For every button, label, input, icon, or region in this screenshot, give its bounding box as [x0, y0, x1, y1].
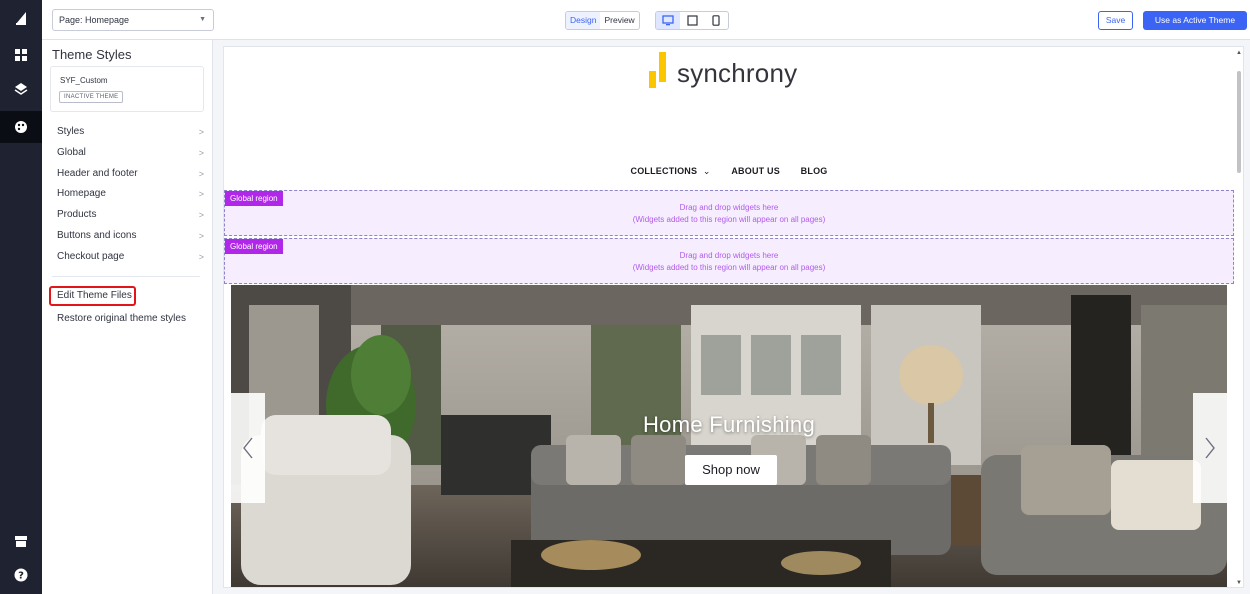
brand-name: synchrony: [677, 58, 798, 88]
bigcommerce-logo-icon[interactable]: [0, 2, 42, 34]
use-as-active-theme-button[interactable]: Use as Active Theme: [1143, 11, 1247, 30]
styles-menu: Styles > Global > Header and footer > Homep…: [42, 122, 213, 268]
preview-canvas: synchrony COLLECTIONS ⌄ ABOUT US BLOG Gl…: [223, 46, 1244, 588]
theme-styles-panel: Theme Styles SYF_Custom INACTIVE THEME S…: [42, 40, 213, 594]
menu-item-products[interactable]: Products >: [42, 205, 213, 226]
carousel-next-button[interactable]: [1193, 393, 1227, 503]
scroll-down-icon[interactable]: ▼: [1236, 580, 1242, 586]
menu-item-label: Buttons and icons: [57, 229, 137, 241]
carousel-prev-button[interactable]: [231, 393, 265, 503]
chevron-right-icon: >: [198, 230, 204, 241]
menu-item-homepage[interactable]: Homepage >: [42, 184, 213, 205]
scrollbar-thumb[interactable]: [1237, 71, 1241, 173]
region-message-line: Drag and drop widgets here: [679, 203, 779, 212]
logo-mark-icon: [649, 52, 673, 88]
menu-item-label: Global: [57, 146, 86, 158]
app-rail: ?: [0, 0, 42, 594]
menu-item-label: Homepage: [57, 188, 106, 200]
design-tab[interactable]: Design: [566, 12, 601, 29]
chevron-right-icon: >: [198, 147, 204, 158]
scroll-up-icon[interactable]: ▲: [1236, 50, 1242, 56]
chevron-right-icon: [1205, 437, 1215, 459]
region-message-line: (Widgets added to this region will appea…: [632, 215, 826, 224]
device-toggle: [655, 11, 729, 30]
tablet-icon[interactable]: [680, 12, 704, 29]
chevron-left-icon: [243, 437, 253, 459]
menu-item-label: Checkout page: [57, 250, 125, 262]
chevron-down-icon: ⌄: [702, 166, 711, 176]
help-icon[interactable]: ?: [0, 559, 42, 591]
save-button[interactable]: Save: [1098, 11, 1133, 30]
menu-item-checkout-page[interactable]: Checkout page >: [42, 247, 213, 268]
chevron-right-icon: >: [198, 251, 204, 262]
global-region[interactable]: Global region Drag and drop widgets here…: [224, 190, 1234, 236]
chevron-right-icon: >: [198, 210, 204, 221]
hero-title: Home Furnishing: [642, 412, 815, 437]
mobile-icon[interactable]: [704, 12, 728, 29]
global-region[interactable]: Global region Drag and drop widgets here…: [224, 238, 1234, 284]
page-select-value: Page: Homepage: [59, 15, 130, 25]
menu-item-label: Styles: [57, 126, 85, 137]
desktop-icon[interactable]: [656, 12, 680, 29]
status-badge: INACTIVE THEME: [59, 91, 124, 103]
brand-logo[interactable]: synchrony: [649, 52, 797, 88]
nav-label: COLLECTIONS: [630, 166, 698, 176]
nav-about-us[interactable]: ABOUT US: [731, 166, 780, 176]
nav-blog[interactable]: BLOG: [801, 166, 828, 176]
preview-tab[interactable]: Preview: [600, 12, 638, 29]
menu-item-label: Header and footer: [57, 167, 138, 179]
region-message-line: Drag and drop widgets here: [679, 251, 779, 260]
menu-item-buttons-and-icons[interactable]: Buttons and icons >: [42, 226, 213, 247]
hero-carousel: Home Furnishing Shop now: [231, 285, 1227, 587]
menu-item-label: Products: [57, 209, 97, 221]
menu-item-styles[interactable]: Styles >: [42, 122, 213, 143]
chevron-right-icon: >: [198, 189, 204, 200]
storefront-icon[interactable]: [0, 525, 42, 557]
chevron-right-icon: >: [198, 168, 204, 179]
region-message-line: (Widgets added to this region will appea…: [632, 263, 826, 272]
shop-now-button[interactable]: Shop now: [685, 455, 777, 485]
preview-scrollbar[interactable]: ▲ ▼: [1234, 46, 1244, 588]
mode-toggle: Design Preview: [565, 11, 640, 30]
nav-collections[interactable]: COLLECTIONS ⌄: [631, 166, 711, 176]
top-bar: Page: Homepage ▼ Design Preview Save Use…: [42, 0, 1250, 40]
edit-theme-files-link[interactable]: Edit Theme Files: [49, 286, 136, 306]
svg-text:?: ?: [18, 571, 24, 582]
divider: [52, 276, 200, 277]
chevron-right-icon: >: [198, 127, 204, 137]
theme-card: SYF_Custom INACTIVE THEME: [50, 66, 204, 112]
chevron-down-icon: ▼: [199, 16, 206, 23]
region-message: Drag and drop widgets here (Widgets adde…: [225, 202, 1233, 226]
dashboard-icon[interactable]: [0, 39, 42, 71]
panel-title: Theme Styles: [52, 47, 132, 62]
region-message: Drag and drop widgets here (Widgets adde…: [225, 250, 1233, 274]
menu-item-header-and-footer[interactable]: Header and footer >: [42, 164, 213, 185]
menu-item-global[interactable]: Global >: [42, 143, 213, 164]
palette-icon[interactable]: [0, 111, 42, 143]
page-select[interactable]: Page: Homepage ▼: [52, 9, 214, 31]
store-nav: COLLECTIONS ⌄ ABOUT US BLOG: [224, 166, 1234, 177]
theme-name: SYF_Custom: [60, 76, 108, 85]
restore-theme-styles-link[interactable]: Restore original theme styles: [57, 313, 186, 324]
layers-icon[interactable]: [0, 73, 42, 105]
